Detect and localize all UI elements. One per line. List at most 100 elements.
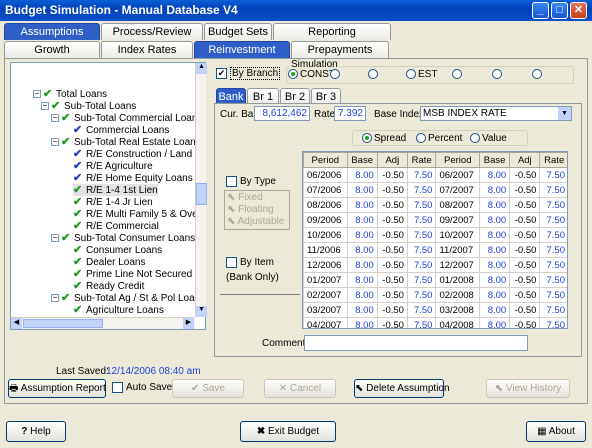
scroll-down-icon[interactable]: ▼ [196,306,207,317]
table-cell[interactable]: 8.00 [346,227,378,243]
help-button[interactable]: ? Help [6,421,66,442]
tree-horizontal-scrollbar[interactable]: ◀ ▶ [11,317,195,329]
tree-item[interactable]: ✔ R/E Multi Family 5 & Ove [73,208,195,220]
cancel-button[interactable]: ✕ Cancel [264,379,336,398]
scroll-thumb[interactable] [196,183,207,205]
table-cell[interactable]: 08/2006 [303,197,348,213]
table-cell[interactable]: 12/2007 [435,257,481,273]
cur-bal-field[interactable]: 8,612,462 [254,106,310,121]
table-cell[interactable]: 7.50 [539,272,567,288]
tab-process-review[interactable]: Process/Review [101,23,203,40]
tab-index-rates[interactable]: Index Rates [101,41,193,58]
chevron-down-icon[interactable]: ▼ [558,107,571,120]
tab-growth[interactable]: Growth [4,41,100,58]
table-cell[interactable]: 7.50 [539,197,567,213]
table-cell[interactable]: 8.00 [479,242,511,258]
tree-item[interactable]: ✔ Agriculture Loans [73,304,164,316]
table-cell[interactable]: 7.50 [539,287,567,303]
table-cell[interactable]: -0.50 [509,317,541,328]
table-row[interactable]: 11/2006 8.00 -0.50 7.50 11/2007 8.00 -0.50 7.50 [303,242,567,258]
tree-item[interactable]: ✔ Commercial Loans [73,124,169,136]
tree-item[interactable]: − ✔ Sub-Total Consumer Loans [51,232,195,244]
table-cell[interactable]: 7.50 [539,317,567,328]
table-cell[interactable]: 7.50 [406,182,437,198]
table-cell[interactable]: 8.00 [479,257,511,273]
table-cell[interactable]: 07/2007 [435,182,481,198]
table-cell[interactable]: -0.50 [376,287,408,303]
tree-item-selected[interactable]: ✔ R/E 1-4 1st Lien [73,184,158,196]
radio-sim-3[interactable] [368,69,380,80]
table-cell[interactable]: 8.00 [479,212,511,228]
table-cell[interactable]: -0.50 [509,272,541,288]
table-cell[interactable]: 8.00 [346,272,378,288]
by-type-checkbox[interactable]: By Type [226,176,276,187]
table-row[interactable]: 04/2007 8.00 -0.50 7.50 04/2008 8.00 -0.50 7.50 [303,317,567,328]
tab-reporting[interactable]: Reporting [273,23,391,40]
table-cell[interactable]: 8.00 [479,167,511,183]
table-cell[interactable]: 10/2007 [435,227,481,243]
table-cell[interactable]: 7.50 [539,182,567,198]
comment-field[interactable] [304,335,528,351]
table-cell[interactable]: 8.00 [346,257,378,273]
table-cell[interactable]: -0.50 [509,197,541,213]
tree-item[interactable]: ✔ Dealer Loans [73,256,145,268]
tree-item[interactable]: − ✔ Sub-Total Ag / St & Pol Loar [51,292,195,304]
table-cell[interactable]: -0.50 [376,212,408,228]
table-cell[interactable]: -0.50 [376,272,408,288]
table-cell[interactable]: 7.50 [406,257,437,273]
table-cell[interactable]: 03/2008 [435,302,481,318]
scroll-right-icon[interactable]: ▶ [183,318,194,329]
table-cell[interactable]: 8.00 [346,287,378,303]
table-cell[interactable]: 8.00 [346,317,378,328]
tree-item[interactable]: − ✔ Sub-Total Real Estate Loans [51,136,195,148]
rate-field[interactable]: 7.392 [334,106,366,121]
table-cell[interactable]: 06/2007 [435,167,481,183]
radio-sim-5[interactable] [452,69,464,80]
table-cell[interactable]: -0.50 [376,257,408,273]
table-cell[interactable]: -0.50 [509,182,541,198]
table-cell[interactable]: 02/2007 [303,287,348,303]
tab-budget-sets[interactable]: Budget Sets [204,23,272,40]
close-button[interactable]: ✕ [570,2,587,19]
table-cell[interactable]: -0.50 [376,302,408,318]
col-adj[interactable]: Adj [509,152,541,168]
table-cell[interactable]: 7.50 [539,302,567,318]
table-cell[interactable]: 04/2008 [435,317,481,328]
table-cell[interactable]: 8.00 [479,287,511,303]
table-cell[interactable]: 8.00 [346,197,378,213]
minimize-button[interactable]: _ [532,2,549,19]
table-cell[interactable]: 09/2007 [435,212,481,228]
tree-vertical-scrollbar[interactable]: ▲ ▼ [195,63,207,317]
tree-item[interactable]: ✔ R/E Home Equity Loans [73,172,193,184]
table-cell[interactable]: 11/2007 [435,242,481,258]
table-cell[interactable]: -0.50 [509,242,541,258]
table-cell[interactable]: 7.50 [406,212,437,228]
radio-est[interactable]: EST [406,69,437,80]
table-cell[interactable]: 08/2007 [435,197,481,213]
by-branch-checkbox[interactable]: ✔ By Branch [216,67,281,81]
radio-percent[interactable]: Percent [416,133,462,144]
about-button[interactable]: ▦ About [526,421,586,442]
table-cell[interactable]: 7.50 [539,242,567,258]
table-cell[interactable]: 8.00 [479,197,511,213]
radio-sim-2[interactable] [330,69,342,80]
table-cell[interactable]: -0.50 [376,317,408,328]
table-row[interactable]: 06/2006 8.00 -0.50 7.50 06/2007 8.00 -0.50 7.50 [303,167,567,183]
h-scroll-thumb[interactable] [23,319,103,328]
col-period[interactable]: Period [303,152,348,168]
table-cell[interactable]: 8.00 [479,272,511,288]
col-base[interactable]: Base [346,152,378,168]
table-cell[interactable]: 8.00 [346,302,378,318]
table-cell[interactable]: -0.50 [509,212,541,228]
assumption-report-button[interactable]: 🖶 Assumption Report [8,379,106,398]
table-cell[interactable]: 8.00 [479,227,511,243]
tree-item[interactable]: ✔ R/E Agriculture [73,160,153,172]
tree-item[interactable]: ✔ Consumer Loans [73,244,162,256]
table-cell[interactable]: 02/2008 [435,287,481,303]
table-cell[interactable]: -0.50 [509,287,541,303]
rates-grid[interactable]: Period Base Adj Rate Period Base Adj Rat… [302,151,568,329]
col-rate[interactable]: Rate [406,152,437,168]
table-cell[interactable]: 10/2006 [303,227,348,243]
table-cell[interactable]: 7.50 [406,167,437,183]
radio-sim-6[interactable] [492,69,504,80]
